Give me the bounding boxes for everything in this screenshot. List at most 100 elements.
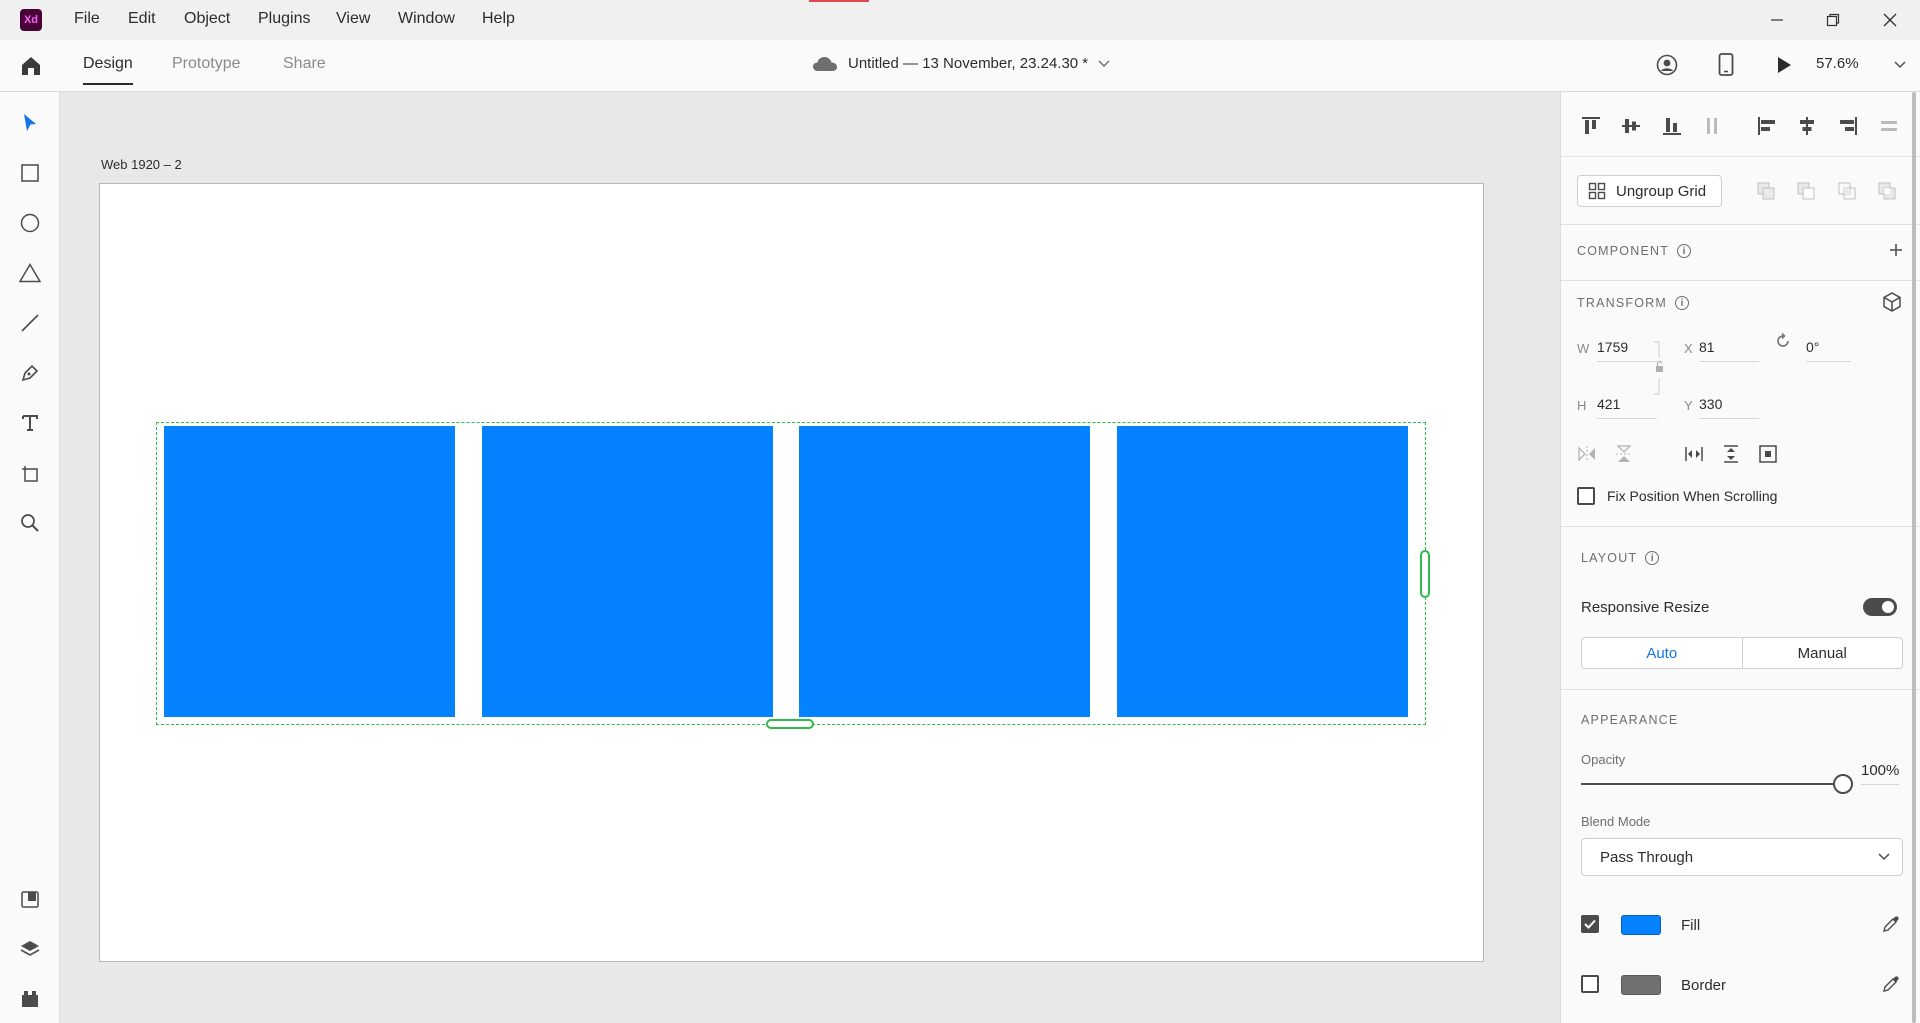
- 3d-transform-icon[interactable]: [1881, 291, 1903, 313]
- blend-mode-label: Blend Mode: [1581, 814, 1651, 829]
- menu-help[interactable]: Help: [482, 10, 515, 28]
- rectangle-tool-icon[interactable]: [18, 161, 42, 185]
- x-input[interactable]: 81: [1699, 339, 1759, 362]
- fill-color-swatch[interactable]: [1621, 915, 1661, 935]
- exclude-boolean-icon[interactable]: [1875, 179, 1899, 203]
- opacity-input[interactable]: 100%: [1861, 762, 1900, 785]
- eyedropper-icon[interactable]: [1881, 974, 1901, 994]
- device-preview-icon[interactable]: [1716, 52, 1736, 78]
- transform-title-text: TRANSFORM: [1577, 296, 1667, 310]
- line-tool-icon[interactable]: [18, 311, 42, 335]
- resize-manual-option[interactable]: Manual: [1743, 638, 1903, 668]
- component-section-title: COMPONENT i: [1577, 244, 1692, 258]
- tab-prototype[interactable]: Prototype: [172, 55, 240, 73]
- minimize-icon[interactable]: [1762, 8, 1792, 32]
- document-title-text: Untitled — 13 November, 23.24.30 *: [848, 55, 1089, 72]
- tab-share[interactable]: Share: [283, 55, 326, 73]
- ellipse-tool-icon[interactable]: [18, 211, 42, 235]
- menu-edit[interactable]: Edit: [128, 10, 156, 28]
- add-component-icon[interactable]: [1887, 241, 1905, 259]
- grid-cell[interactable]: [799, 426, 1090, 717]
- inspector-scrollbar[interactable]: [1912, 92, 1916, 1023]
- chevron-down-icon: [1878, 853, 1890, 861]
- align-center-icon[interactable]: [1795, 114, 1819, 138]
- border-label: Border: [1681, 977, 1727, 994]
- menu-plugins[interactable]: Plugins: [258, 10, 310, 28]
- grid-icon: [1588, 182, 1606, 200]
- info-icon[interactable]: i: [1674, 296, 1689, 310]
- plugins-icon[interactable]: [18, 987, 42, 1011]
- assets-icon[interactable]: [18, 887, 42, 911]
- blend-mode-select[interactable]: Pass Through: [1581, 838, 1903, 876]
- responsive-resize-toggle[interactable]: [1863, 598, 1897, 616]
- align-right-icon[interactable]: [1836, 114, 1860, 138]
- menu-file[interactable]: File: [74, 10, 100, 28]
- opacity-slider-track[interactable]: [1581, 783, 1841, 785]
- tab-design[interactable]: Design: [83, 55, 133, 85]
- zoom-chevron-icon[interactable]: [1894, 61, 1906, 69]
- layers-icon[interactable]: [18, 937, 42, 961]
- flip-horizontal-icon[interactable]: [1577, 444, 1597, 464]
- distribute-vertical-icon[interactable]: [1700, 114, 1724, 138]
- ungroup-grid-button[interactable]: Ungroup Grid: [1577, 175, 1722, 207]
- stretch-horizontal-icon[interactable]: [1684, 444, 1704, 464]
- repeat-grid-right-handle[interactable]: [1420, 550, 1430, 598]
- info-icon[interactable]: i: [1645, 551, 1660, 565]
- component-title-text: COMPONENT: [1577, 244, 1670, 258]
- flip-vertical-icon[interactable]: [1614, 444, 1634, 464]
- home-icon[interactable]: [19, 54, 43, 78]
- distribute-horizontal-icon[interactable]: [1877, 114, 1901, 138]
- rotation-input[interactable]: 0°: [1806, 339, 1851, 362]
- share-user-icon[interactable]: [1656, 54, 1678, 76]
- menu-window[interactable]: Window: [398, 10, 455, 28]
- align-top-icon[interactable]: [1579, 114, 1603, 138]
- x-label: X: [1684, 341, 1693, 356]
- artboard-tool-icon[interactable]: [18, 461, 42, 485]
- divider: [1561, 156, 1920, 157]
- pen-tool-icon[interactable]: [18, 361, 42, 385]
- text-tool-icon[interactable]: [18, 411, 42, 435]
- opacity-slider-thumb[interactable]: [1833, 774, 1853, 794]
- align-middle-icon[interactable]: [1619, 114, 1643, 138]
- border-color-swatch[interactable]: [1621, 975, 1661, 995]
- info-icon[interactable]: i: [1677, 244, 1692, 258]
- artboard-label[interactable]: Web 1920 – 2: [101, 157, 182, 172]
- resize-auto-option[interactable]: Auto: [1582, 638, 1743, 668]
- opacity-label: Opacity: [1581, 752, 1626, 767]
- restore-icon[interactable]: [1818, 8, 1848, 32]
- polygon-tool-icon[interactable]: [18, 261, 42, 285]
- divider: [1561, 280, 1920, 281]
- y-input[interactable]: 330: [1699, 396, 1759, 419]
- grid-cell[interactable]: [1117, 426, 1408, 717]
- zoom-tool-icon[interactable]: [18, 511, 42, 535]
- document-title[interactable]: Untitled — 13 November, 23.24.30 *: [812, 55, 1110, 72]
- select-tool-icon[interactable]: [18, 111, 42, 135]
- intersect-boolean-icon[interactable]: [1835, 179, 1859, 203]
- align-left-icon[interactable]: [1755, 114, 1779, 138]
- grid-cell[interactable]: [164, 426, 455, 717]
- chevron-down-icon: [1098, 60, 1110, 67]
- repeat-grid-bottom-handle[interactable]: [766, 719, 814, 729]
- stretch-vertical-icon[interactable]: [1721, 444, 1741, 464]
- menu-object[interactable]: Object: [184, 10, 230, 28]
- width-input[interactable]: 1759: [1597, 339, 1657, 362]
- fit-content-icon[interactable]: [1758, 444, 1778, 464]
- play-preview-icon[interactable]: [1774, 55, 1794, 75]
- border-checkbox[interactable]: [1581, 975, 1599, 993]
- divider: [1561, 689, 1920, 690]
- fix-position-checkbox[interactable]: [1577, 487, 1595, 505]
- lock-aspect-icon[interactable]: [1653, 340, 1665, 396]
- height-input[interactable]: 421: [1597, 396, 1657, 419]
- appearance-title-text: APPEARANCE: [1581, 713, 1679, 727]
- design-canvas[interactable]: Web 1920 – 2: [61, 92, 1560, 1023]
- zoom-level[interactable]: 57.6%: [1816, 55, 1859, 72]
- subtract-boolean-icon[interactable]: [1794, 179, 1818, 203]
- menu-bar: Xd File Edit Object Plugins View Window …: [0, 0, 1920, 40]
- fill-checkbox[interactable]: [1581, 915, 1599, 933]
- close-icon[interactable]: [1875, 8, 1905, 32]
- align-bottom-icon[interactable]: [1660, 114, 1684, 138]
- menu-view[interactable]: View: [336, 10, 370, 28]
- add-boolean-icon[interactable]: [1754, 179, 1778, 203]
- grid-cell[interactable]: [482, 426, 773, 717]
- eyedropper-icon[interactable]: [1881, 914, 1901, 934]
